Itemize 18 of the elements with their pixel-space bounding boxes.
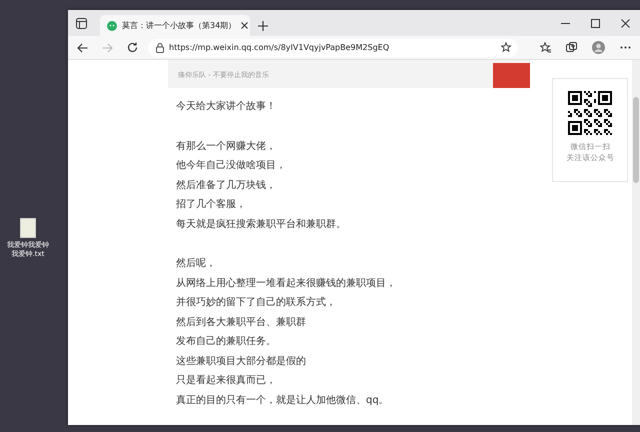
article-paragraph: 并很巧妙的留下了自己的联系方式， xyxy=(176,296,337,310)
article-paragraph: 发布自己的兼职任务。 xyxy=(176,335,277,349)
article-paragraph: 这些兼职项目大部分都是假的 xyxy=(176,354,307,368)
article-paragraph: 从网络上用心整理一堆看起来很赚钱的兼职项目， xyxy=(176,276,397,290)
article-paragraph: 招了几个客服， xyxy=(176,198,247,212)
article-paragraph: 然后到各大兼职平台、兼职群 xyxy=(176,316,307,330)
article-paragraph: 他今年自己没做啥项目， xyxy=(176,159,287,173)
article-paragraph: 有那么一个网赚大佬， xyxy=(176,140,277,154)
browser-tab[interactable]: 莫言：讲一个小故事（第34期） xyxy=(100,15,250,36)
article-paragraph: 每天就是疯狂搜索兼职平台和兼职群。 xyxy=(176,218,347,232)
url-text[interactable]: https://mp.weixin.qq.com/s/8yIV1VqyjvPapBe9M2SgEQ xyxy=(169,43,390,52)
article-paragraph: 真正的目的只有一个，就是让人加他微信、qq。 xyxy=(176,394,390,408)
article-paragraph: 今天给大家讲个故事！ xyxy=(176,100,277,114)
address-bar[interactable]: https://mp.weixin.qq.com/s/8yIV1VqyjvPapBe9M2SgEQ xyxy=(148,38,518,56)
article-paragraph: 然后呢， xyxy=(176,256,217,271)
article-paragraph: 然后准备了几万块钱， xyxy=(176,178,277,192)
article-paragraph: 只是看起来很真而已， xyxy=(176,374,277,388)
tab-title[interactable]: 莫言：讲一个小故事（第34期） xyxy=(122,20,236,31)
